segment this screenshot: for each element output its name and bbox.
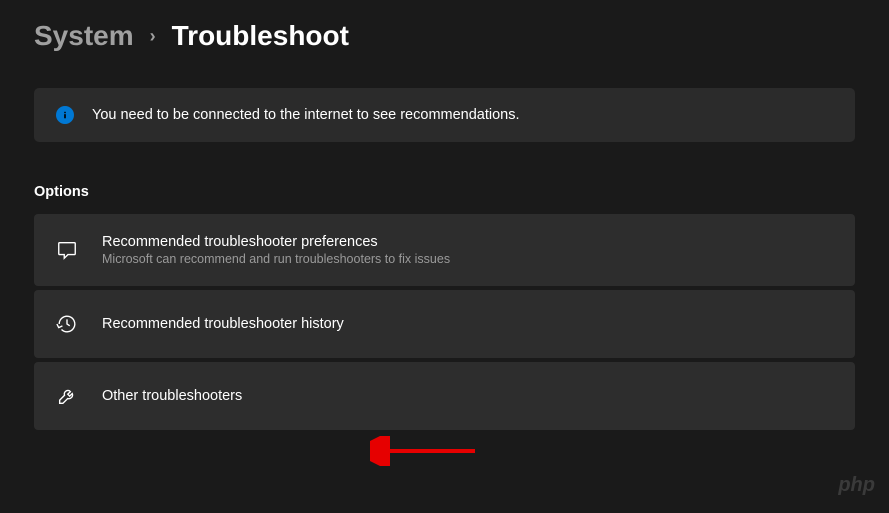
info-banner-text: You need to be connected to the internet… — [92, 107, 520, 123]
section-label-options: Options — [34, 184, 855, 200]
chevron-right-icon: › — [150, 26, 156, 47]
option-title: Recommended troubleshooter history — [102, 316, 344, 332]
arrow-annotation — [370, 436, 480, 466]
info-icon — [56, 106, 74, 124]
option-subtitle: Microsoft can recommend and run troubles… — [102, 252, 450, 266]
watermark: php — [838, 474, 875, 497]
option-recommended-preferences[interactable]: Recommended troubleshooter preferences M… — [34, 214, 855, 286]
breadcrumb: System › Troubleshoot — [34, 20, 855, 52]
page-title: Troubleshoot — [172, 20, 349, 52]
breadcrumb-parent[interactable]: System — [34, 20, 134, 52]
message-icon — [56, 239, 78, 261]
info-banner: You need to be connected to the internet… — [34, 88, 855, 142]
wrench-icon — [56, 385, 78, 407]
history-icon — [56, 313, 78, 335]
option-other-troubleshooters[interactable]: Other troubleshooters — [34, 362, 855, 430]
option-title: Recommended troubleshooter preferences — [102, 234, 450, 250]
option-recommended-history[interactable]: Recommended troubleshooter history — [34, 290, 855, 358]
option-title: Other troubleshooters — [102, 388, 242, 404]
